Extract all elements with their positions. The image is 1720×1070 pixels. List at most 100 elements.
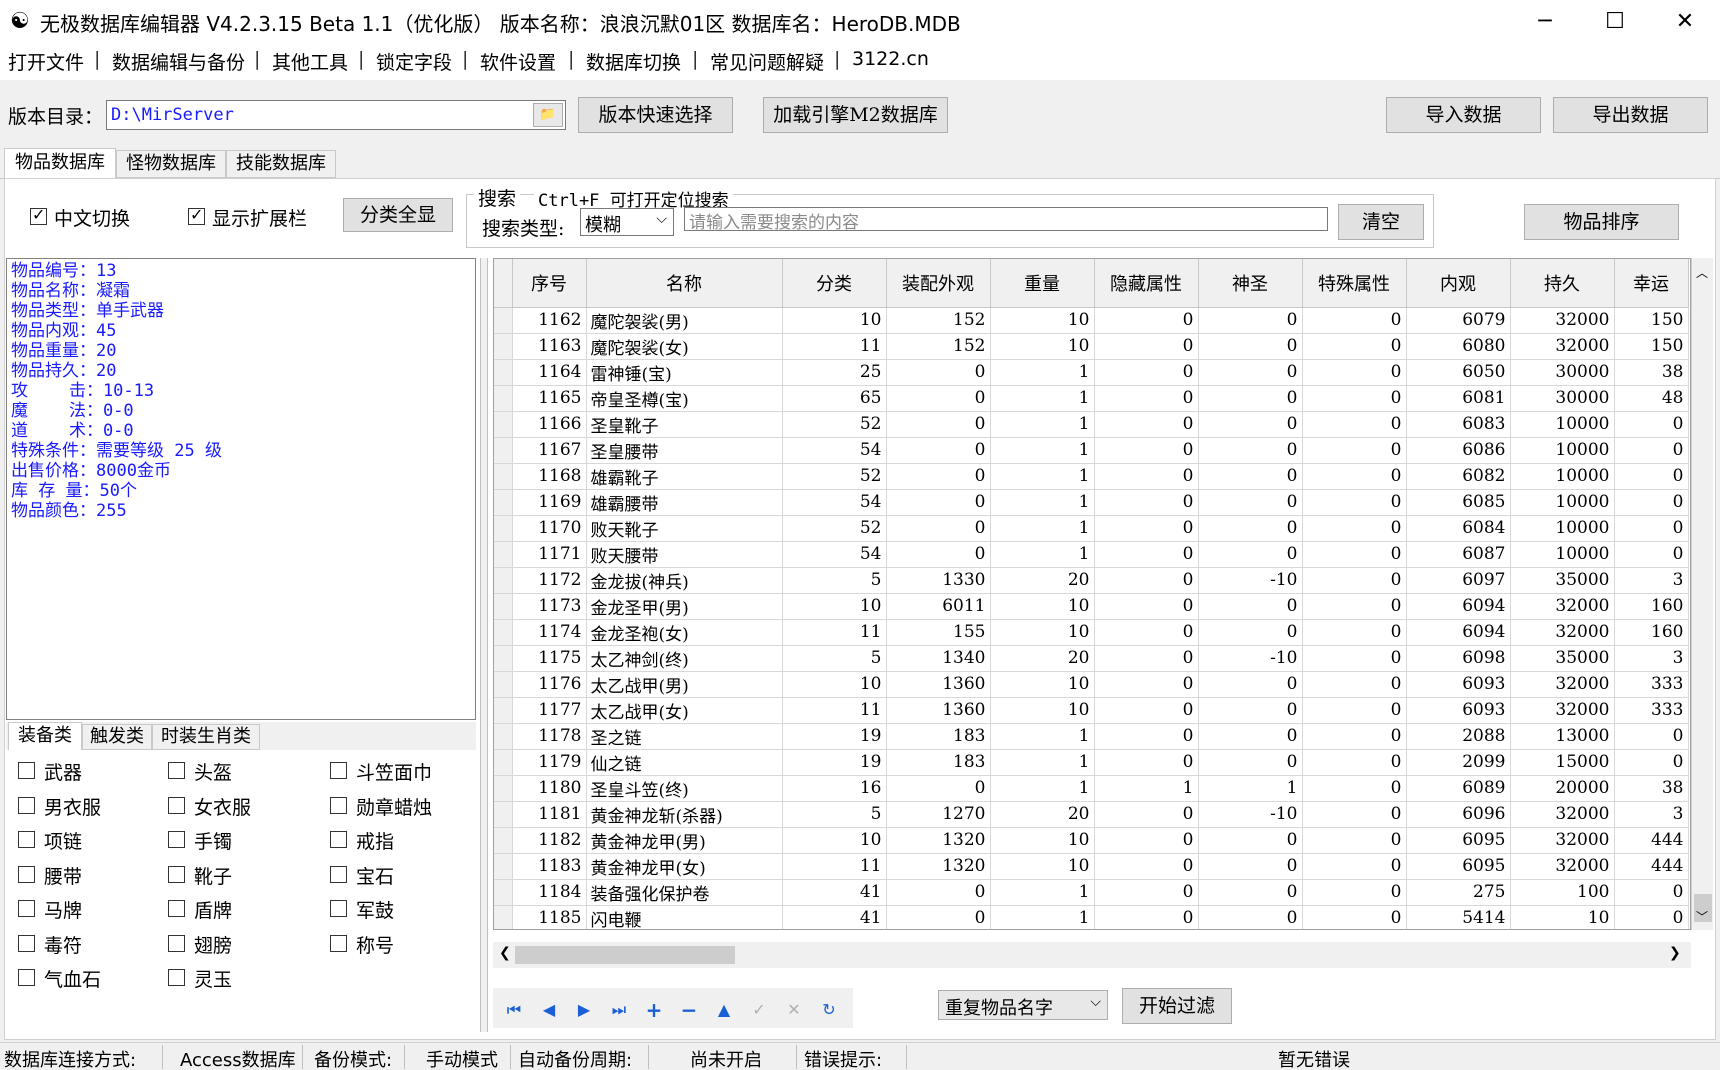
table-cell[interactable]: 6096	[1406, 801, 1511, 828]
table-cell[interactable]: 1177	[512, 697, 587, 724]
table-row[interactable]: 1170 败天靴子 52 0 1 0 0 0 6084 10000 0	[494, 515, 1689, 542]
category-checkbox[interactable]	[330, 831, 347, 848]
table-cell[interactable]: -10	[1198, 801, 1303, 828]
table-cell[interactable]: 333	[1614, 697, 1689, 724]
row-indicator[interactable]	[494, 437, 513, 464]
table-cell[interactable]: 444	[1614, 853, 1689, 880]
table-cell[interactable]: 0	[1614, 879, 1689, 906]
table-cell[interactable]: 38	[1614, 775, 1689, 802]
menu-db-switch[interactable]: 数据库切换	[586, 48, 681, 75]
table-cell[interactable]: 10000	[1510, 437, 1615, 464]
menu-other-tools[interactable]: 其他工具	[272, 48, 348, 75]
table-cell[interactable]: 152	[886, 333, 991, 360]
category-checkbox[interactable]	[18, 969, 35, 986]
table-cell[interactable]: 1	[1198, 775, 1303, 802]
load-engine-button[interactable]: 加载引擎M2数据库	[763, 97, 948, 133]
table-cell[interactable]: 41	[782, 879, 887, 906]
table-cell[interactable]: 6093	[1406, 671, 1511, 698]
table-cell[interactable]: 6094	[1406, 593, 1511, 620]
table-row[interactable]: 1176 太乙战甲(男) 10 1360 10 0 0 0 6093 32000 333	[494, 671, 1689, 698]
table-cell[interactable]: 19	[782, 723, 887, 750]
first-record-icon[interactable]: ⏮	[500, 996, 528, 1024]
table-cell[interactable]: 5	[782, 645, 887, 672]
column-header[interactable]: 分类	[782, 259, 887, 308]
table-cell[interactable]: 0	[1302, 489, 1407, 516]
table-cell[interactable]: 35000	[1510, 567, 1615, 594]
category-checkbox[interactable]	[330, 796, 347, 814]
table-cell[interactable]: 1	[990, 905, 1095, 929]
table-cell[interactable]: 16	[782, 775, 887, 802]
table-cell[interactable]: 0	[1094, 853, 1199, 880]
table-cell[interactable]: 0	[1302, 827, 1407, 854]
table-cell[interactable]: 32000	[1510, 619, 1615, 646]
table-cell[interactable]: 1	[990, 515, 1095, 542]
table-cell[interactable]: 0	[1094, 645, 1199, 672]
table-row[interactable]: 1163 魔陀袈裟(女) 11 152 10 0 0 0 6080 32000 150	[494, 333, 1689, 360]
table-cell[interactable]: 0	[1302, 333, 1407, 360]
table-cell[interactable]: 54	[782, 541, 887, 568]
table-row[interactable]: 1185 闪电鞭 41 0 1 0 0 0 5414 10 0	[494, 905, 1689, 929]
table-cell[interactable]: 6082	[1406, 463, 1511, 490]
table-cell[interactable]: 0	[1302, 437, 1407, 464]
category-checkbox[interactable]	[168, 900, 185, 917]
table-cell[interactable]: 0	[1302, 463, 1407, 490]
table-cell[interactable]: 0	[1302, 853, 1407, 880]
column-header[interactable]: 持久	[1510, 259, 1615, 308]
next-record-icon[interactable]: ▶	[570, 996, 598, 1024]
column-header[interactable]: 特殊属性	[1302, 259, 1407, 308]
table-cell[interactable]: 0	[1198, 333, 1303, 360]
table-cell[interactable]: 1180	[512, 775, 587, 802]
tab-equipment[interactable]: 装备类	[8, 722, 82, 750]
table-cell[interactable]: 0	[1302, 671, 1407, 698]
table-cell[interactable]: 10000	[1510, 541, 1615, 568]
table-cell[interactable]: 败天靴子	[586, 515, 783, 542]
category-checkbox[interactable]	[18, 796, 35, 814]
row-indicator[interactable]	[494, 567, 513, 594]
table-cell[interactable]: 1	[990, 463, 1095, 490]
row-indicator[interactable]	[494, 411, 513, 438]
table-cell[interactable]: 0	[1302, 359, 1407, 386]
row-indicator[interactable]	[494, 801, 513, 828]
table-cell[interactable]: 30000	[1510, 385, 1615, 412]
category-checkbox[interactable]	[168, 796, 185, 814]
table-cell[interactable]: 32000	[1510, 307, 1615, 334]
table-cell[interactable]: 0	[1094, 593, 1199, 620]
last-record-icon[interactable]: ⏭	[605, 996, 633, 1024]
row-indicator[interactable]	[494, 385, 513, 412]
table-cell[interactable]: 52	[782, 411, 887, 438]
table-cell[interactable]: 30000	[1510, 359, 1615, 386]
table-cell[interactable]: 48	[1614, 385, 1689, 412]
menu-website[interactable]: 3122.cn	[852, 48, 929, 70]
table-cell[interactable]: 0	[1094, 437, 1199, 464]
table-cell[interactable]: 0	[1198, 749, 1303, 776]
table-cell[interactable]: 155	[886, 619, 991, 646]
table-cell[interactable]: 444	[1614, 827, 1689, 854]
delete-record-icon[interactable]: −	[675, 996, 703, 1024]
prev-record-icon[interactable]: ◀	[535, 996, 563, 1024]
table-cell[interactable]: 1182	[512, 827, 587, 854]
table-cell[interactable]: 0	[1302, 697, 1407, 724]
table-cell[interactable]: 1168	[512, 463, 587, 490]
table-cell[interactable]: 圣皇靴子	[586, 411, 783, 438]
table-cell[interactable]: 20000	[1510, 775, 1615, 802]
table-cell[interactable]: 0	[1198, 723, 1303, 750]
import-button[interactable]: 导入数据	[1386, 97, 1541, 133]
table-cell[interactable]: 11	[782, 697, 887, 724]
table-cell[interactable]: 圣之链	[586, 723, 783, 750]
table-cell[interactable]: 0	[1302, 749, 1407, 776]
table-cell[interactable]: 32000	[1510, 671, 1615, 698]
table-cell[interactable]: 1	[990, 879, 1095, 906]
table-cell[interactable]: 32000	[1510, 333, 1615, 360]
table-cell[interactable]: 52	[782, 515, 887, 542]
table-cell[interactable]: 11	[782, 853, 887, 880]
category-checkbox[interactable]	[168, 831, 185, 848]
table-row[interactable]: 1177 太乙战甲(女) 11 1360 10 0 0 0 6093 32000 333	[494, 697, 1689, 724]
row-indicator[interactable]	[494, 489, 513, 516]
table-cell[interactable]: 6081	[1406, 385, 1511, 412]
table-cell[interactable]: -10	[1198, 567, 1303, 594]
table-row[interactable]: 1174 金龙圣袍(女) 11 155 10 0 0 0 6094 32000 160	[494, 619, 1689, 646]
table-cell[interactable]: 1167	[512, 437, 587, 464]
table-cell[interactable]: 1330	[886, 567, 991, 594]
clear-button[interactable]: 清空	[1338, 204, 1424, 240]
table-cell[interactable]: 32000	[1510, 853, 1615, 880]
